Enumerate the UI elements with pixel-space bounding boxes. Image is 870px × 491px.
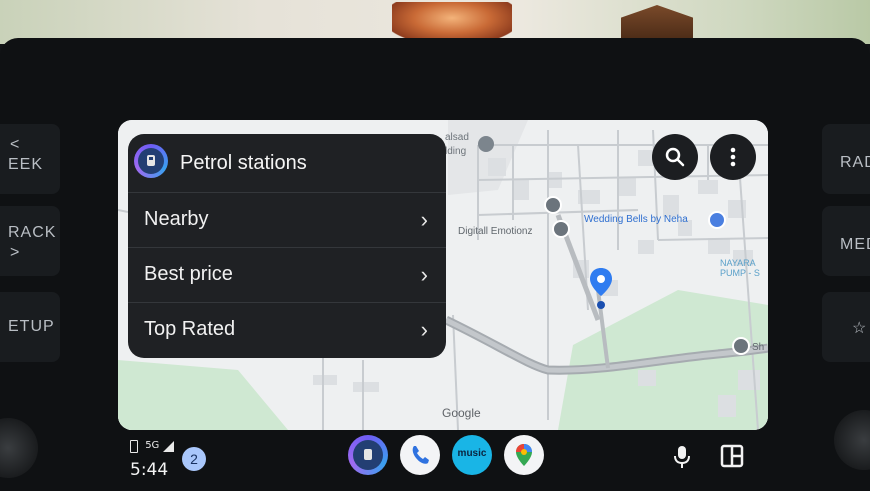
map-label: alsad — [445, 132, 469, 143]
dock-phone-button[interactable] — [400, 435, 440, 475]
star-icon: ☆ — [852, 320, 868, 337]
google-attribution: Google — [442, 406, 481, 420]
more-vert-icon — [730, 147, 736, 167]
microphone-icon — [674, 446, 690, 468]
fuel-pump-icon — [147, 155, 155, 166]
fuel-app-icon — [134, 144, 168, 178]
panel-title: Petrol stations — [180, 152, 307, 174]
poi-label: Wedding Bells by Neha — [584, 214, 688, 225]
setup-button[interactable]: ETUP — [0, 292, 60, 362]
dashboard-icon — [720, 444, 744, 468]
search-button[interactable] — [652, 134, 698, 180]
tune-knob[interactable] — [834, 410, 870, 470]
volume-knob[interactable] — [0, 418, 38, 478]
radio-label: RAD — [840, 154, 870, 171]
seek-label: EEK — [8, 156, 44, 173]
chevron-left-icon: < — [10, 136, 21, 153]
favorite-button[interactable]: ☆ — [822, 292, 870, 362]
poi-marker-icon[interactable] — [552, 220, 570, 238]
signal-icon — [162, 441, 174, 452]
android-auto-screen: alsad lding Digitall Emotionz Wedding Be… — [118, 120, 768, 430]
voice-assistant-button[interactable] — [671, 444, 693, 475]
map-label: lding — [445, 146, 467, 157]
list-item-label: Best price — [144, 263, 233, 285]
shop-marker-icon[interactable] — [708, 211, 726, 229]
chevron-right-icon: › — [420, 317, 428, 342]
background-figurine — [392, 2, 512, 42]
list-item-label: Top Rated — [144, 318, 236, 340]
google-maps-icon — [516, 444, 532, 466]
dashboard-button[interactable] — [720, 444, 744, 473]
radio-button[interactable]: RAD — [822, 124, 870, 194]
search-icon — [665, 147, 685, 167]
list-item-best-price[interactable]: Best price › — [128, 247, 446, 302]
more-options-button[interactable] — [710, 134, 756, 180]
seek-button[interactable]: < EEK — [0, 124, 60, 194]
clock: 5:44 — [130, 460, 169, 480]
dock-music-button[interactable]: music — [452, 435, 492, 475]
android-auto-rail: 5G 5:44 2 music — [118, 432, 768, 484]
poi-label: PUMP - S — [720, 268, 760, 278]
track-label: RACK — [8, 224, 57, 241]
fuel-pump-icon — [364, 449, 372, 460]
petrol-stations-panel: Petrol stations Nearby › Best price › To… — [128, 134, 446, 358]
amazon-music-icon: music — [457, 448, 487, 459]
poi-marker-icon[interactable] — [732, 337, 750, 355]
status-icons: 5G — [130, 440, 174, 453]
list-item-top-rated[interactable]: Top Rated › — [128, 302, 446, 357]
media-button[interactable]: MED — [822, 206, 870, 276]
dock-maps-button[interactable] — [504, 435, 544, 475]
track-button[interactable]: RACK > — [0, 206, 60, 276]
list-item-nearby[interactable]: Nearby › — [128, 192, 446, 247]
panel-header: Petrol stations — [128, 134, 446, 192]
media-label: MED — [840, 236, 870, 253]
poi-label: Digitall Emotionz — [458, 226, 533, 237]
chevron-right-icon: › — [420, 262, 428, 287]
battery-icon — [130, 440, 138, 453]
chevron-right-icon: › — [420, 207, 428, 232]
fuel-app-icon — [353, 440, 383, 470]
poi-marker-icon[interactable] — [544, 196, 562, 214]
dock-fuel-app-button[interactable] — [348, 435, 388, 475]
network-type: 5G — [145, 440, 160, 451]
location-pin-icon[interactable] — [590, 268, 612, 310]
list-item-label: Nearby — [144, 208, 209, 230]
setup-label: ETUP — [8, 318, 55, 335]
phone-icon — [412, 446, 429, 464]
notification-badge[interactable]: 2 — [182, 447, 206, 471]
poi-label: Sh — [752, 342, 765, 353]
poi-label: NAYARA — [720, 258, 756, 268]
chevron-right-icon: > — [10, 244, 21, 261]
poi-marker-icon[interactable] — [478, 136, 494, 152]
